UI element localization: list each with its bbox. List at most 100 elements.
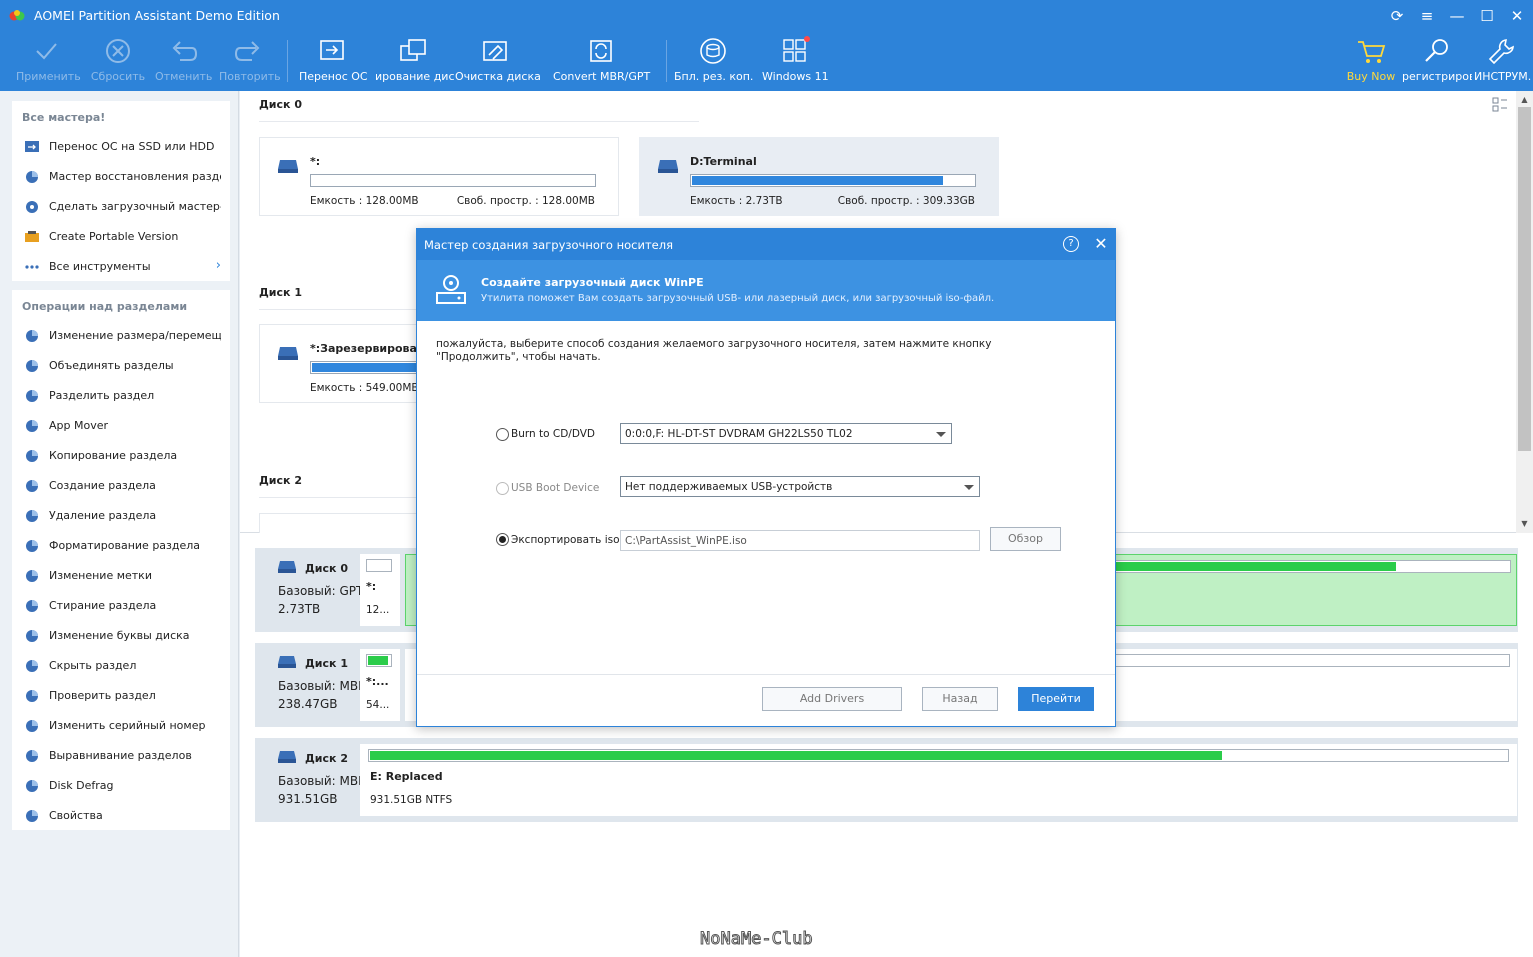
- minimize-button[interactable]: —: [1447, 6, 1467, 26]
- iso-path-input[interactable]: C:\PartAssist_WinPE.iso: [620, 530, 980, 551]
- maximize-button[interactable]: ☐: [1477, 6, 1497, 26]
- convert-mbr-gpt-button[interactable]: Convert MBR/GPT: [553, 36, 650, 88]
- register-button[interactable]: регистрирова: [1402, 36, 1472, 88]
- op-item-label[interactable]: Изменение метки: [12, 562, 230, 590]
- op-label: Изменение буквы диска: [49, 629, 190, 642]
- wizard-portable-version[interactable]: Create Portable Version: [12, 223, 230, 251]
- op-item-properties[interactable]: Свойства: [12, 802, 230, 830]
- scroll-up-arrow[interactable]: ▲: [1516, 93, 1533, 107]
- windows11-button[interactable]: Windows 11: [762, 36, 829, 88]
- op-item-copy[interactable]: Копирование раздела: [12, 442, 230, 470]
- delete-icon: [26, 510, 38, 522]
- export-iso-radio[interactable]: [496, 533, 509, 546]
- op-item-check[interactable]: Проверить раздел: [12, 682, 230, 710]
- burn-cd-radio[interactable]: [496, 428, 509, 441]
- disk-info: Диск 0 Базовый: GPT 2.73TB: [255, 548, 363, 632]
- backup-button[interactable]: Бпл. рез. коп.: [674, 36, 754, 88]
- tools-button[interactable]: ИНСТРУМ.: [1474, 36, 1531, 88]
- toolbar-separator: [666, 40, 667, 82]
- buy-now-button[interactable]: Buy Now: [1346, 36, 1396, 88]
- disk-size: 2.73TB: [278, 602, 321, 616]
- free-space-text: Своб. простр. : 309.33GB: [837, 195, 975, 207]
- op-item-align[interactable]: Выравнивание разделов: [12, 742, 230, 770]
- op-label: Изменить серийный номер: [49, 719, 206, 732]
- disk-name: Диск 2: [305, 752, 348, 765]
- bootable-disc-icon: [26, 201, 38, 213]
- op-item-delete[interactable]: Удаление раздела: [12, 502, 230, 530]
- backup-label: Бпл. рез. коп.: [674, 70, 754, 83]
- cd-drive-select[interactable]: 0:0:0,F: HL-DT-ST DVDRAM GH22LS50 TL02: [620, 423, 952, 444]
- add-drivers-button[interactable]: Add Drivers: [762, 687, 902, 711]
- map-partition-cell[interactable]: *:... 54...: [360, 649, 400, 721]
- close-window-button[interactable]: ✕: [1507, 6, 1527, 26]
- map-partition-cell-e[interactable]: E: Replaced 931.51GB NTFS: [360, 744, 1517, 816]
- usage-bar-fill: [692, 176, 943, 185]
- export-iso-label[interactable]: Экспортировать iso-: [511, 534, 624, 546]
- hide-icon: [26, 660, 38, 672]
- view-toggle-icon[interactable]: [1492, 97, 1508, 113]
- redo-button[interactable]: Повторить: [219, 36, 281, 88]
- op-item-wipe[interactable]: Стирание раздела: [12, 592, 230, 620]
- disk-map-row-2[interactable]: Диск 2 Базовый: MBR 931.51GB E: Replaced…: [255, 738, 1518, 822]
- apply-button[interactable]: Применить: [16, 36, 81, 88]
- op-item-hide[interactable]: Скрыть раздел: [12, 652, 230, 680]
- partition-card-disk2-p1[interactable]: [259, 513, 439, 533]
- op-label: Скрыть раздел: [49, 659, 137, 672]
- migrate-os-icon: [320, 40, 344, 60]
- divider: [259, 309, 419, 310]
- usb-boot-radio[interactable]: [496, 482, 509, 495]
- cd-drive-value: 0:0:0,F: HL-DT-ST DVDRAM GH22LS50 TL02: [625, 428, 853, 440]
- undo-button[interactable]: Отменить: [155, 36, 212, 88]
- partition-card-disk0-p2[interactable]: D:Terminal Емкость : 2.73TB Своб. простр…: [639, 137, 999, 216]
- op-item-merge[interactable]: Объединять разделы: [12, 352, 230, 380]
- usb-device-select[interactable]: Нет поддерживаемых USB-устройств: [620, 476, 980, 497]
- drive-icon: [278, 160, 298, 173]
- usage-bar: [1106, 560, 1511, 573]
- divider: [259, 497, 419, 498]
- wizard-label: Перенос ОС на SSD или HDD: [49, 140, 215, 153]
- op-item-resize[interactable]: Изменение размера/перемеще...: [12, 322, 230, 350]
- op-item-split[interactable]: Разделить раздел: [12, 382, 230, 410]
- wizard-bootable-media[interactable]: Сделать загрузочный мастер-...: [12, 193, 230, 221]
- burn-cd-label[interactable]: Burn to CD/DVD: [511, 428, 595, 440]
- all-tools-link[interactable]: Все инструменты ›: [12, 253, 230, 281]
- op-item-drive-letter[interactable]: Изменение буквы диска: [12, 622, 230, 650]
- redo-label: Повторить: [219, 70, 281, 83]
- disk-icon: [278, 561, 296, 573]
- app-logo-icon: [9, 10, 25, 21]
- back-button[interactable]: Назад: [922, 687, 998, 711]
- wipe-disk-button[interactable]: Очистка диска: [455, 36, 541, 88]
- next-button[interactable]: Перейти: [1018, 687, 1094, 711]
- wizard-partition-recovery[interactable]: Мастер восстановления раздела: [12, 163, 230, 191]
- op-item-serial[interactable]: Изменить серийный номер: [12, 712, 230, 740]
- resize-icon: [26, 330, 38, 342]
- menu-icon[interactable]: ≡: [1417, 6, 1437, 26]
- op-label: Форматирование раздела: [49, 539, 201, 552]
- free-space-text: Своб. простр. : 128.00MB: [456, 195, 595, 207]
- op-item-format[interactable]: Форматирование раздела: [12, 532, 230, 560]
- convert-icon: [590, 40, 612, 62]
- browse-button[interactable]: Обзор: [990, 527, 1061, 551]
- close-icon[interactable]: ✕: [1092, 234, 1110, 254]
- wizard-migrate-os[interactable]: Перенос ОС на SSD или HDD: [12, 133, 230, 161]
- op-label: Создание раздела: [49, 479, 156, 492]
- align-icon: [26, 750, 38, 762]
- op-item-app-mover[interactable]: App Mover: [12, 412, 230, 440]
- clone-disk-button[interactable]: ирование дис: [375, 36, 455, 88]
- scroll-down-arrow[interactable]: ▼: [1516, 517, 1533, 531]
- partition-card-disk0-p1[interactable]: *: Емкость : 128.00MB Своб. простр. : 12…: [259, 137, 619, 216]
- usb-boot-label[interactable]: USB Boot Device: [511, 482, 599, 494]
- vertical-scrollbar[interactable]: ▲ ▼: [1516, 91, 1533, 533]
- help-icon[interactable]: ?: [1063, 236, 1079, 252]
- refresh-icon[interactable]: ⟳: [1387, 6, 1407, 26]
- dropdown-arrow-icon: [964, 485, 974, 490]
- migrate-os-button[interactable]: Перенос ОС: [299, 36, 368, 88]
- register-label: регистрирова: [1402, 70, 1472, 83]
- map-partition-cell[interactable]: *: 12...: [360, 554, 400, 626]
- reset-button[interactable]: Сбросить: [90, 36, 146, 88]
- disk-type: Базовый: GPT: [278, 584, 364, 598]
- partition-card-disk1-p1[interactable]: *:Зарезервирован Емкость : 549.00MB: [259, 324, 470, 403]
- scrollbar-thumb[interactable]: [1518, 107, 1531, 451]
- op-item-create[interactable]: Создание раздела: [12, 472, 230, 500]
- op-item-defrag[interactable]: Disk Defrag: [12, 772, 230, 800]
